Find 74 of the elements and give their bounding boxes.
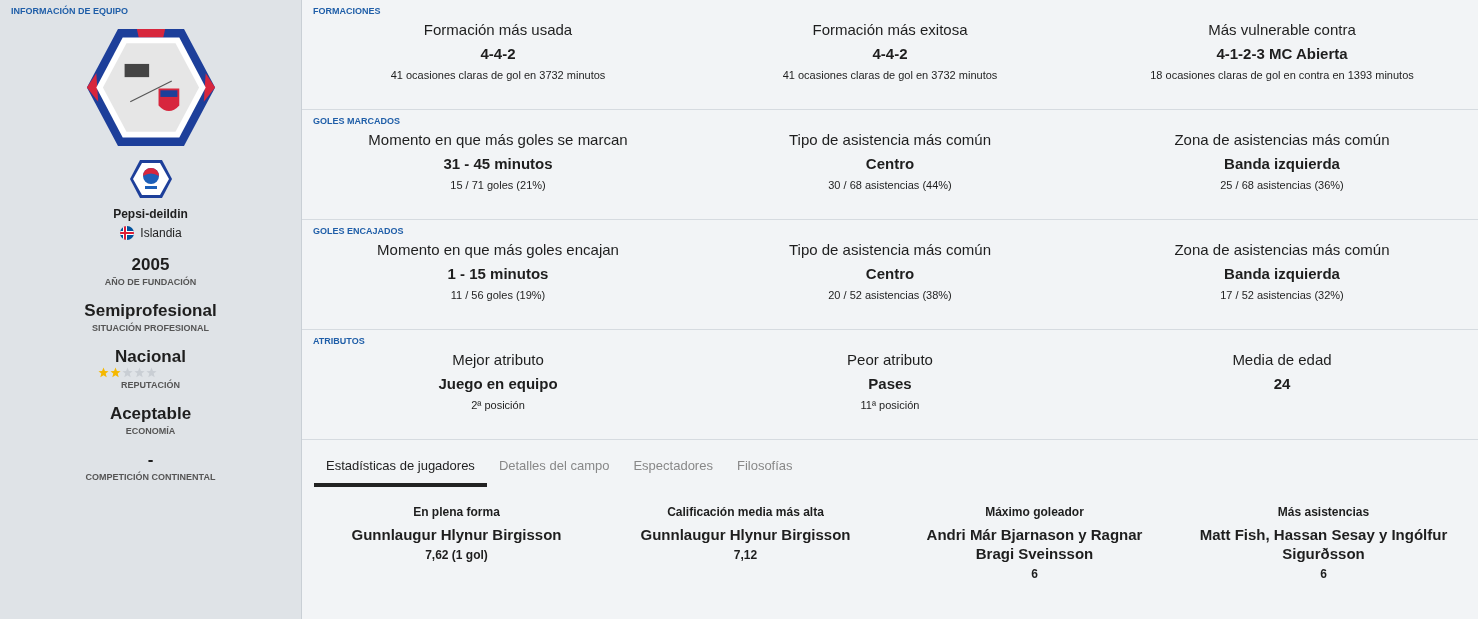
tab[interactable]: Espectadores xyxy=(621,458,725,487)
stat-title: Más vulnerable contra xyxy=(1208,21,1356,38)
stat-title: Tipo de asistencia más común xyxy=(788,131,991,148)
player-name: Gunnlaugur Hlynur Birgisson xyxy=(640,525,851,544)
stat-title: Media de edad xyxy=(1232,351,1332,368)
stat-value: 6 xyxy=(1320,567,1327,581)
stat-value: 7,12 xyxy=(733,548,758,562)
stat-title: Formación más exitosa xyxy=(812,21,968,38)
stat-detail: 41 ocasiones claras de gol en 3732 minutos xyxy=(390,69,606,81)
stat-value: Banda izquierda xyxy=(1224,265,1340,282)
stat-detail: 17 / 52 asistencias (32%) xyxy=(1220,289,1344,301)
section-heading: INFORMACIÓN DE EQUIPO xyxy=(10,4,128,16)
star-icon xyxy=(110,367,122,378)
stat-value: 4-4-2 xyxy=(872,45,908,62)
stat-title: Formación más usada xyxy=(423,21,573,38)
fact-value: Aceptable xyxy=(109,404,192,424)
stat-detail: 30 / 68 asistencias (44%) xyxy=(828,179,952,191)
stat-detail: 2ª posición xyxy=(471,399,525,411)
club-crest-icon xyxy=(84,26,217,149)
stat-detail: 25 / 68 asistencias (36%) xyxy=(1220,179,1344,191)
player-name: Andri Már Bjarnason y Ragnar Bragi Sveinsson xyxy=(925,525,1144,563)
tab[interactable]: Estadísticas de jugadores xyxy=(314,458,487,487)
stat-title: Peor atributo xyxy=(847,351,933,368)
league-logo-icon xyxy=(128,159,173,199)
fact-label: ECONOMÍA xyxy=(125,426,176,436)
stat-value: 7,62 (1 gol) xyxy=(425,548,488,562)
stat-value: 24 xyxy=(1273,375,1291,392)
fact-label: REPUTACIÓN xyxy=(121,380,180,390)
tab[interactable]: Detalles del campo xyxy=(486,458,622,487)
stat-value: 1 - 15 minutos xyxy=(447,265,549,282)
fact-value: Nacional xyxy=(115,347,186,367)
stat-title: En plena forma xyxy=(413,505,500,519)
stat-title: Zona de asistencias más común xyxy=(1174,131,1390,148)
section-heading: ATRIBUTOS xyxy=(312,335,366,346)
section-heading: FORMACIONES xyxy=(312,5,382,16)
section-heading: GOLES MARCADOS xyxy=(312,115,401,126)
fact-value: 2005 xyxy=(131,255,170,275)
stat-title: Tipo de asistencia más común xyxy=(788,241,991,258)
stat-value: 4-1-2-3 MC Abierta xyxy=(1216,45,1348,62)
star-icon xyxy=(122,367,134,378)
fact-value: - xyxy=(147,450,154,470)
fact-label: COMPETICIÓN CONTINENTAL xyxy=(85,472,216,482)
flag-icon xyxy=(119,225,136,241)
fact-label: AÑO DE FUNDACIÓN xyxy=(104,277,197,287)
stat-title: Mejor atributo xyxy=(452,351,544,368)
stat-title: Zona de asistencias más común xyxy=(1174,241,1390,258)
nation-name: Islandia xyxy=(140,226,182,240)
stat-title: Máximo goleador xyxy=(985,505,1084,519)
stat-detail: 41 ocasiones claras de gol en 3732 minutos xyxy=(782,69,998,81)
stat-value: 6 xyxy=(1031,567,1038,581)
stat-title: Más asistencias xyxy=(1277,505,1370,519)
fact-value: Semiprofesional xyxy=(84,301,217,321)
stat-detail: 18 ocasiones claras de gol en contra en 1393 minutos xyxy=(1150,69,1414,81)
stat-title: Momento en que más goles se marcan xyxy=(368,131,628,148)
player-name: Matt Fish, Hassan Sesay y Ingólfur Sigurðsson xyxy=(1199,525,1448,563)
tab[interactable]: Filosofías xyxy=(724,458,805,487)
stat-value: Pases xyxy=(868,375,912,392)
stat-value: 4-4-2 xyxy=(480,45,516,62)
stat-value: Banda izquierda xyxy=(1224,155,1340,172)
league-name: Pepsi-deildin xyxy=(113,207,188,221)
fact-label: SITUACIÓN PROFESIONAL xyxy=(92,323,209,333)
star-icon xyxy=(98,367,110,378)
stat-detail: 11ª posición xyxy=(860,399,920,411)
stat-value: Centro xyxy=(865,265,915,282)
stat-title: Momento en que más goles encajan xyxy=(377,241,619,258)
stat-title: Calificación media más alta xyxy=(667,505,824,519)
stat-value: Centro xyxy=(865,155,915,172)
stat-detail: 15 / 71 goles (21%) xyxy=(450,179,546,191)
stat-detail: 20 / 52 asistencias (38%) xyxy=(828,289,952,301)
stat-detail: 11 / 56 goles (19%) xyxy=(450,289,546,301)
stat-value: Juego en equipo xyxy=(438,375,558,392)
player-name: Gunnlaugur Hlynur Birgisson xyxy=(351,525,562,544)
section-heading: GOLES ENCAJADOS xyxy=(312,225,405,236)
stat-value: 31 - 45 minutos xyxy=(443,155,553,172)
